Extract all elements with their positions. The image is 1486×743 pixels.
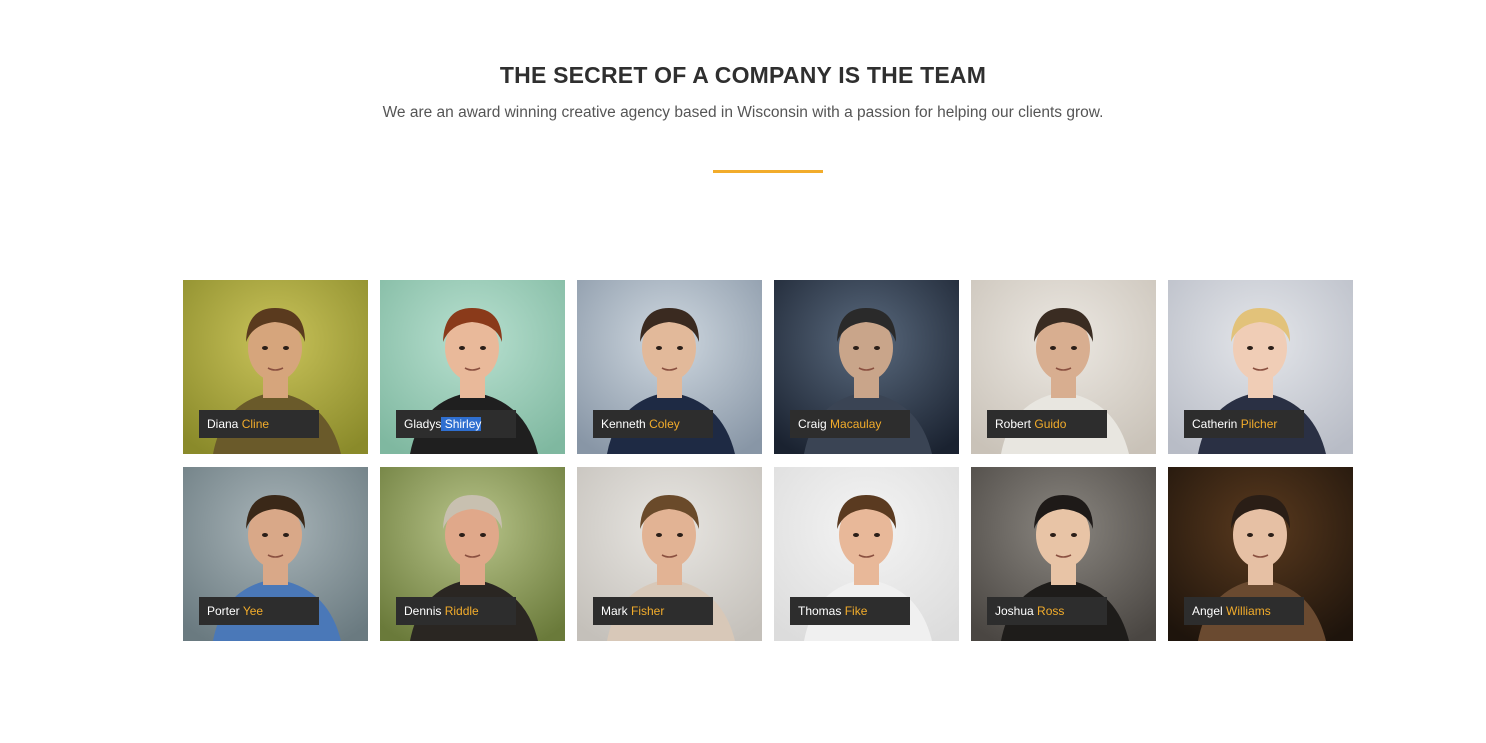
member-first-name: Angel (1192, 604, 1223, 618)
team-member-card[interactable]: Kenneth Coley (577, 280, 762, 454)
member-first-name: Thomas (798, 604, 842, 618)
member-last-name: Pilcher (1240, 417, 1278, 431)
member-first-name: Mark (601, 604, 628, 618)
team-member-card[interactable]: Catherin Pilcher (1168, 280, 1353, 454)
team-member-card[interactable]: Gladys Shirley (380, 280, 565, 454)
member-last-name: Riddle (444, 604, 479, 618)
team-member-card[interactable]: Thomas Fike (774, 467, 959, 641)
team-member-card[interactable]: Porter Yee (183, 467, 368, 641)
member-last-name: Macaulay (830, 417, 882, 431)
member-name-tag: Robert Guido (987, 410, 1107, 438)
member-name-tag: Thomas Fike (790, 597, 910, 625)
team-section: THE SECRET OF A COMPANY IS THE TEAM We a… (0, 0, 1486, 743)
member-first-name: Craig (798, 417, 827, 431)
team-member-card[interactable]: Mark Fisher (577, 467, 762, 641)
team-member-card[interactable]: Robert Guido (971, 280, 1156, 454)
member-last-name: Williams (1226, 604, 1271, 618)
member-name-tag: Diana Cline (199, 410, 319, 438)
team-member-card[interactable]: Angel Williams (1168, 467, 1353, 641)
member-name-tag: Craig Macaulay (790, 410, 910, 438)
member-first-name: Kenneth (601, 417, 646, 431)
section-subtitle: We are an award winning creative agency … (382, 104, 1104, 121)
member-first-name: Porter (207, 604, 240, 618)
member-first-name: Catherin (1192, 417, 1238, 431)
member-last-name: Fisher (631, 604, 665, 618)
member-name-tag: Gladys Shirley (396, 410, 516, 438)
member-first-name: Dennis (404, 604, 442, 618)
accent-divider (713, 170, 823, 173)
member-last-name: Yee (242, 604, 264, 618)
member-first-name: Robert (995, 417, 1032, 431)
member-name-tag: Joshua Ross (987, 597, 1107, 625)
member-name-tag: Angel Williams (1184, 597, 1304, 625)
team-grid: Diana Cline Gladys Shirley Kenneth Coley Cr… (183, 280, 1353, 641)
member-name-tag: Dennis Riddle (396, 597, 516, 625)
member-last-name: Shirley (444, 417, 482, 431)
member-name-tag: Porter Yee (199, 597, 319, 625)
member-name-tag: Catherin Pilcher (1184, 410, 1304, 438)
member-last-name: Guido (1034, 417, 1067, 431)
team-member-card[interactable]: Dennis Riddle (380, 467, 565, 641)
section-title: THE SECRET OF A COMPANY IS THE TEAM (499, 62, 987, 88)
member-name-tag: Mark Fisher (593, 597, 713, 625)
member-first-name: Joshua (995, 604, 1034, 618)
team-member-card[interactable]: Diana Cline (183, 280, 368, 454)
team-member-card[interactable]: Joshua Ross (971, 467, 1156, 641)
member-last-name: Fike (844, 604, 868, 618)
member-first-name: Diana (207, 417, 239, 431)
member-first-name: Gladys (404, 417, 442, 431)
member-last-name: Cline (241, 417, 270, 431)
member-name-tag: Kenneth Coley (593, 410, 713, 438)
team-member-card[interactable]: Craig Macaulay (774, 280, 959, 454)
member-last-name: Ross (1037, 604, 1065, 618)
member-last-name: Coley (649, 417, 680, 431)
